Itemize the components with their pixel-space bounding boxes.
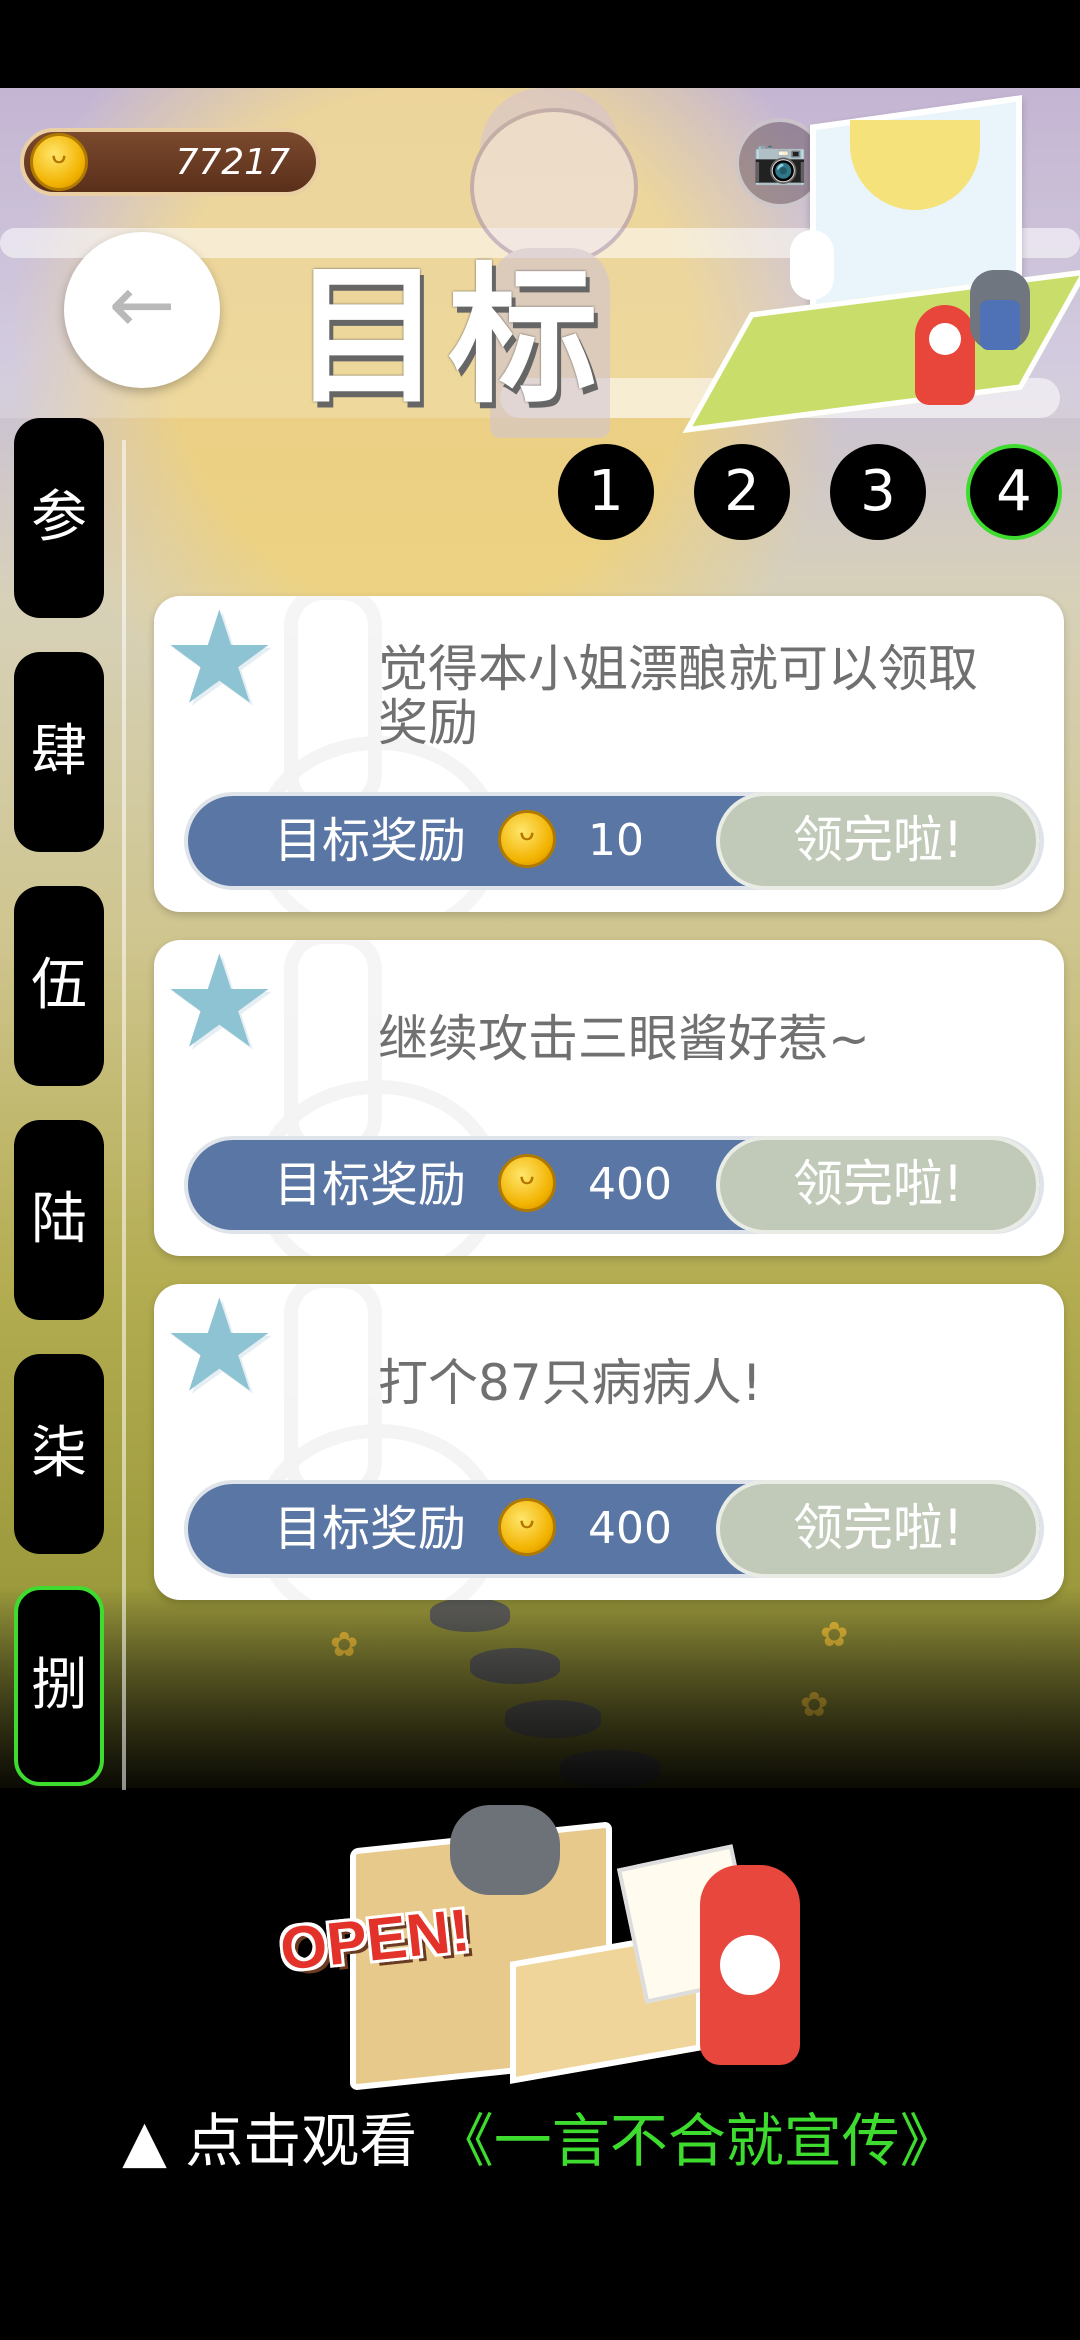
star-icon: ★: [162, 1284, 277, 1421]
ad-title-link[interactable]: 《一言不合就宣传》: [436, 2107, 958, 2175]
goal-description: 继续攻击三眼酱好惹~: [378, 1010, 870, 1068]
watch-ad-prefix: ▲ 点击观看: [122, 2107, 418, 2175]
back-button[interactable]: ←: [64, 232, 220, 388]
coin-icon: [30, 133, 88, 191]
claim-button[interactable]: 领完啦!: [716, 1136, 1040, 1234]
page-title: 目标: [292, 250, 605, 424]
side-tab-5[interactable]: 伍: [14, 886, 104, 1086]
background-shade: [0, 1588, 1080, 1788]
side-tab-8[interactable]: 捌: [14, 1586, 104, 1786]
reward-bar: 目标奖励 400 领完啦!: [184, 1480, 1044, 1578]
page-button-2[interactable]: 2: [694, 444, 790, 540]
coin-amount: 77217: [175, 142, 290, 183]
reward-bar: 目标奖励 400 领完啦!: [184, 1136, 1044, 1234]
coin-icon: [498, 1154, 556, 1212]
goal-description: 打个87只病病人!: [378, 1354, 762, 1412]
page-button-4[interactable]: 4: [966, 444, 1062, 540]
page-button-3[interactable]: 3: [830, 444, 926, 540]
watch-ad-link[interactable]: ▲ 点击观看 《一言不合就宣传》: [0, 2106, 1080, 2176]
back-arrow-icon: ←: [108, 258, 176, 351]
reward-amount: 400: [588, 1503, 672, 1554]
side-divider: [122, 440, 126, 1790]
reward-label: 目标奖励: [274, 1501, 467, 1557]
coin-icon: [498, 1498, 556, 1556]
claim-button[interactable]: 领完啦!: [716, 1480, 1040, 1578]
poster-illustration[interactable]: [682, 90, 1080, 434]
side-tab-3[interactable]: 参: [14, 418, 104, 618]
reward-label: 目标奖励: [274, 813, 467, 869]
page-button-1[interactable]: 1: [558, 444, 654, 540]
reward-amount: 400: [588, 1159, 672, 1210]
reward-label: 目标奖励: [274, 1157, 467, 1213]
side-tab-6[interactable]: 陆: [14, 1120, 104, 1320]
goal-card: ★ 继续攻击三眼酱好惹~ 目标奖励 400 领完啦!: [154, 940, 1064, 1256]
side-tab-4[interactable]: 肆: [14, 652, 104, 852]
ad-illustration[interactable]: OPEN!: [270, 1795, 870, 2095]
coin-icon: [498, 810, 556, 868]
goal-description: 觉得本小姐漂酿就可以领取奖励: [378, 640, 978, 752]
reward-bar: 目标奖励 10 领完啦!: [184, 792, 1044, 890]
reward-amount: 10: [588, 815, 644, 866]
claim-button[interactable]: 领完啦!: [716, 792, 1040, 890]
goal-card: ★ 觉得本小姐漂酿就可以领取奖励 目标奖励 10 领完啦!: [154, 596, 1064, 912]
side-tab-7[interactable]: 柒: [14, 1354, 104, 1554]
coin-counter: 77217: [20, 128, 320, 196]
goal-card: ★ 打个87只病病人! 目标奖励 400 领完啦!: [154, 1284, 1064, 1600]
star-icon: ★: [162, 940, 277, 1077]
star-icon: ★: [162, 596, 277, 733]
